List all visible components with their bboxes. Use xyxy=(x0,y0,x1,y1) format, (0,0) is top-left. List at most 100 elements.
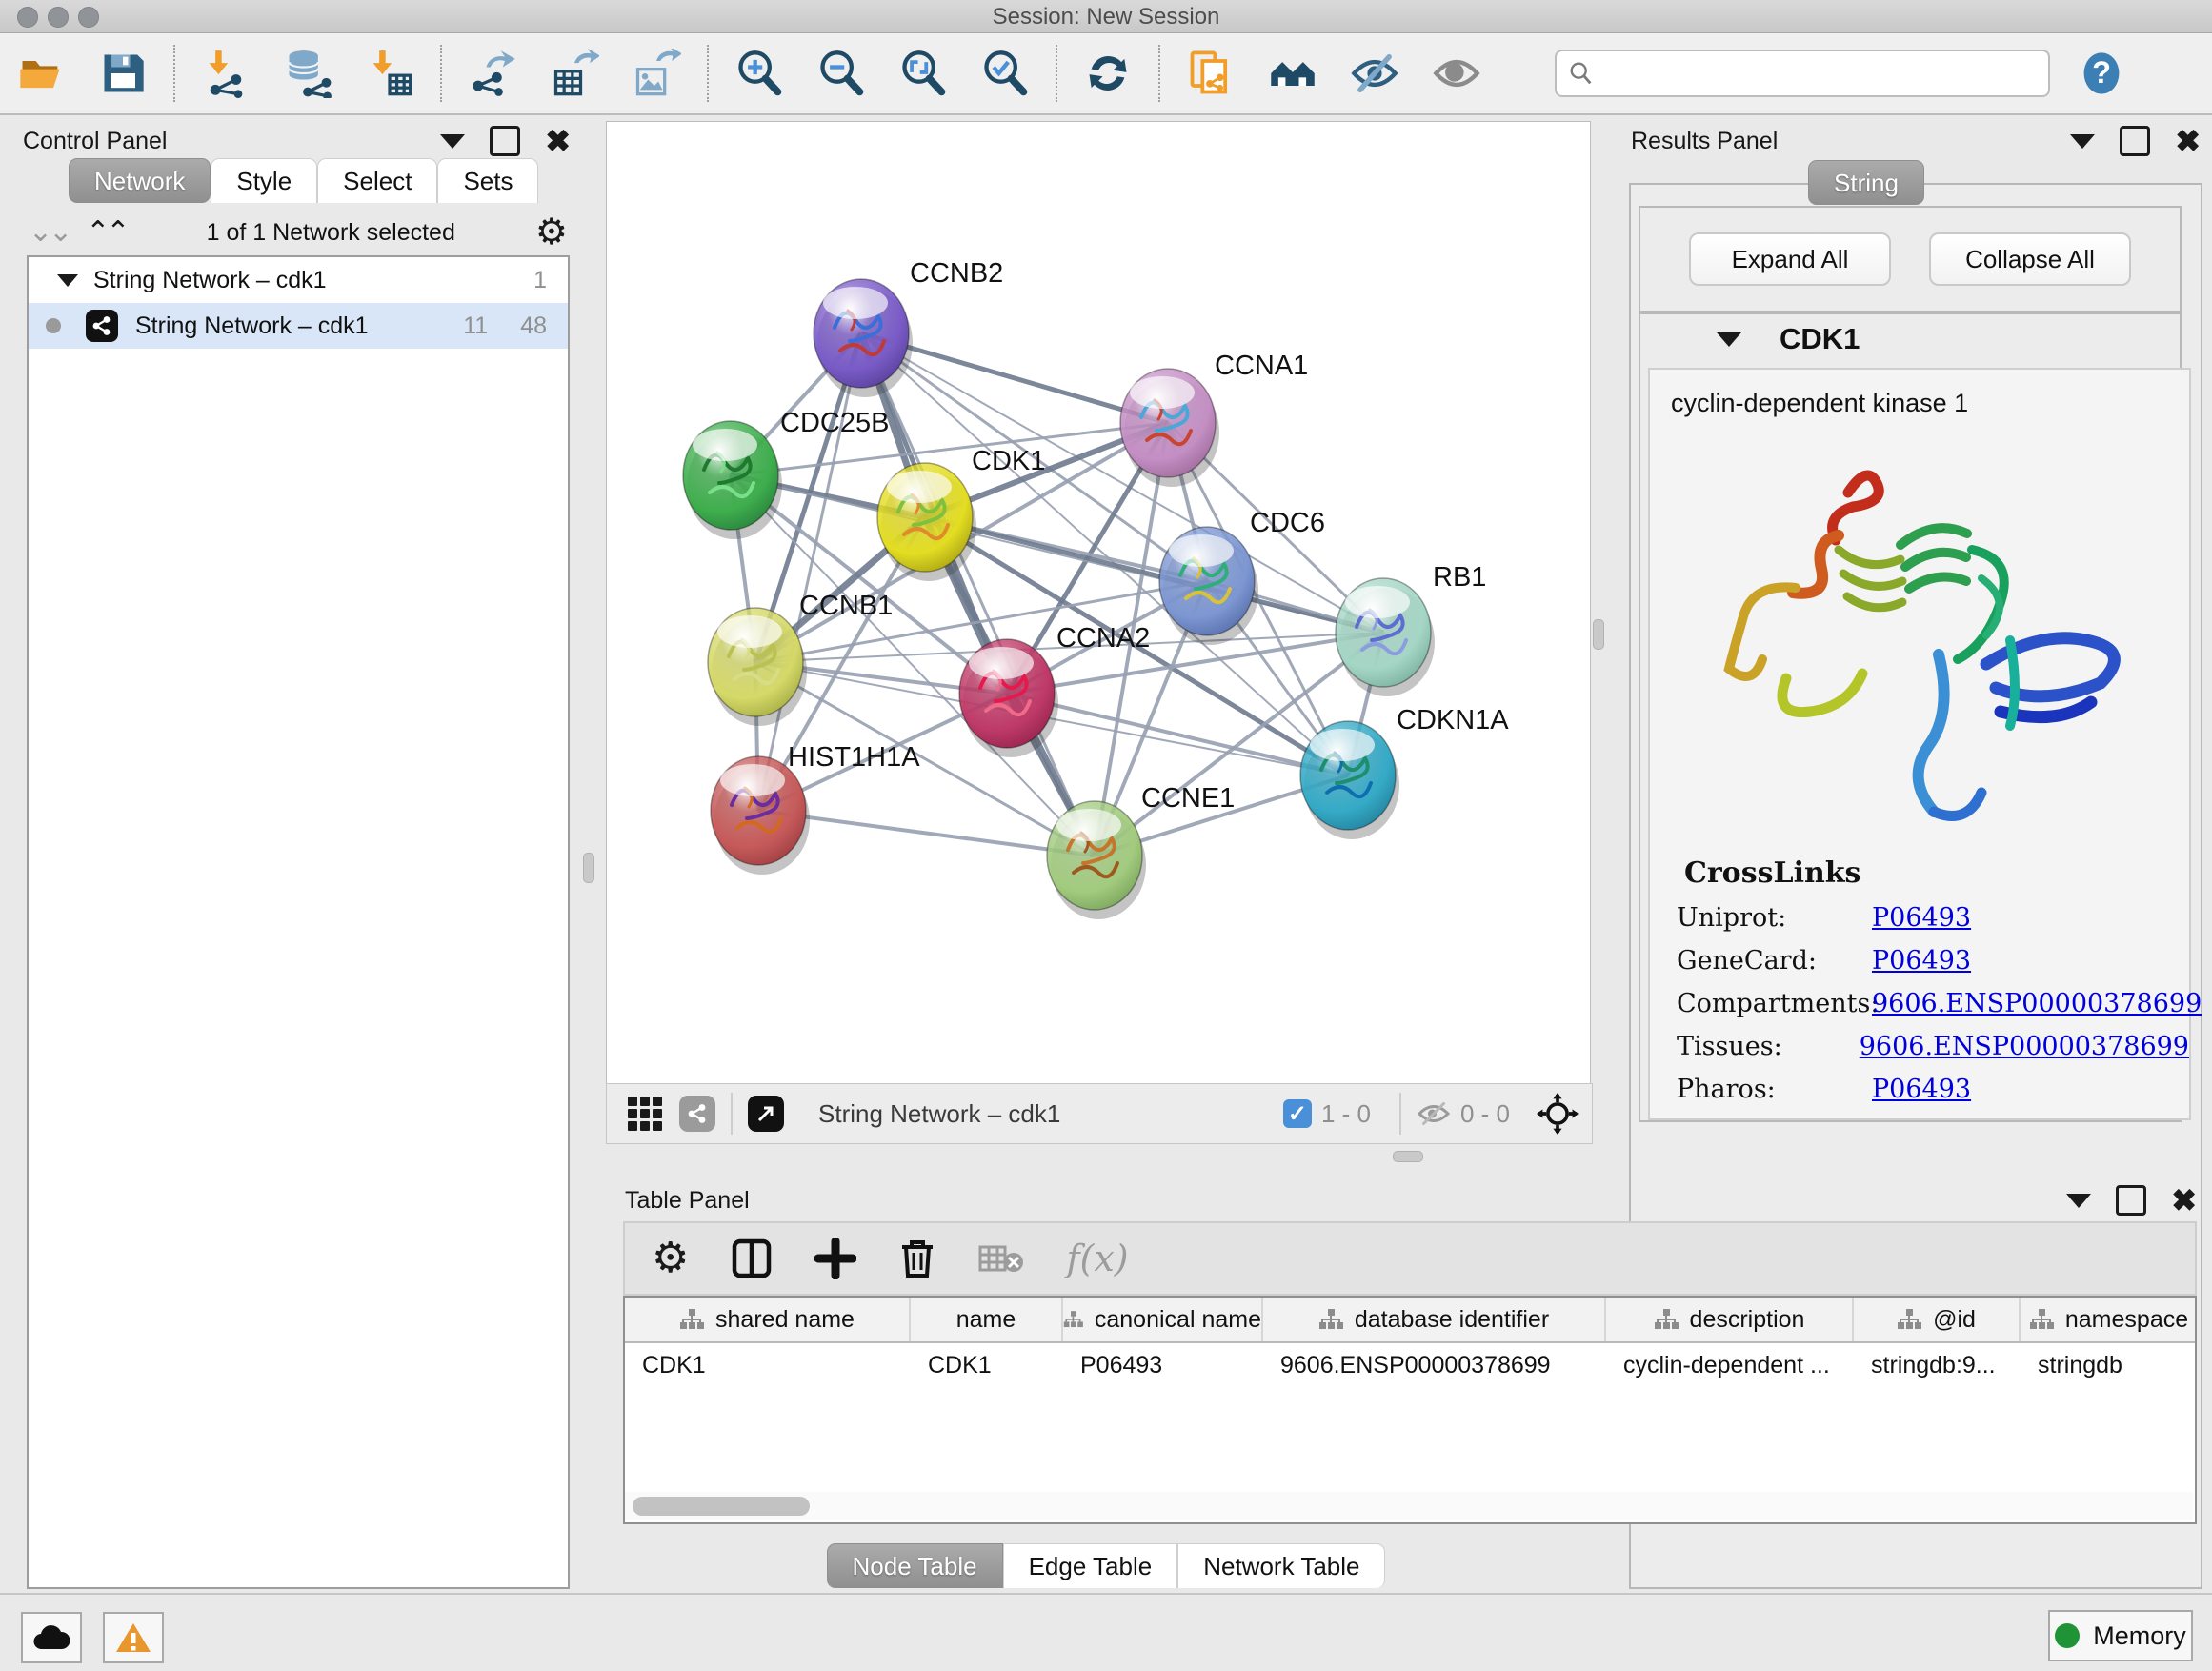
table-cell[interactable]: 9606.ENSP00000378699 xyxy=(1263,1343,1606,1387)
cloud-services-button[interactable] xyxy=(21,1612,82,1663)
hierarchy-icon xyxy=(2029,1308,2054,1331)
crosslink-link[interactable]: P06493 xyxy=(1872,903,1971,933)
results-panel-float-icon[interactable] xyxy=(2120,126,2150,156)
network-edge[interactable] xyxy=(861,333,1095,856)
show-selected-icon[interactable] xyxy=(1432,49,1481,98)
import-table-icon[interactable] xyxy=(365,49,414,98)
collection-expand-icon[interactable] xyxy=(57,274,78,287)
node-table[interactable]: shared namenamecanonical namedatabase id… xyxy=(623,1296,2197,1524)
crosslink-link[interactable]: P06493 xyxy=(1872,1075,1971,1104)
help-icon[interactable]: ? xyxy=(2077,49,2126,98)
column-header-namespace[interactable]: namespace xyxy=(2021,1298,2197,1341)
show-all-networks-icon[interactable] xyxy=(1268,49,1317,98)
network-canvas[interactable]: CCNB2CCNA1CDC25BCDK1CDC6RB1CCNB1CCNA2CDK… xyxy=(606,121,1591,1084)
memory-button[interactable]: Memory xyxy=(2048,1610,2193,1661)
copy-style-icon[interactable] xyxy=(1186,49,1236,98)
table-hscrollbar[interactable] xyxy=(625,1492,2193,1520)
hierarchy-icon xyxy=(1897,1308,1921,1331)
crosslink-link[interactable]: 9606.ENSP00000378699 xyxy=(1872,989,2202,1018)
tab-sets[interactable]: Sets xyxy=(437,158,538,203)
collapse-all-icon[interactable]: ⌄⌄ xyxy=(29,218,69,247)
left-splitter-handle[interactable] xyxy=(583,853,594,883)
network-node-HIST1H1A[interactable]: HIST1H1A xyxy=(711,742,920,875)
add-column-icon[interactable] xyxy=(814,1238,856,1279)
tab-network-table[interactable]: Network Table xyxy=(1177,1543,1385,1588)
string-view-icon[interactable] xyxy=(679,1096,715,1132)
entry-header[interactable]: CDK1 xyxy=(1640,314,2180,364)
tab-node-table[interactable]: Node Table xyxy=(827,1543,1003,1588)
hierarchy-icon xyxy=(1654,1308,1679,1331)
open-in-browser-icon[interactable] xyxy=(748,1096,784,1132)
network-node-CCNE1[interactable]: CCNE1 xyxy=(1047,783,1235,919)
column-header-canonical-name[interactable]: canonical name xyxy=(1063,1298,1263,1341)
network-node-CDK1[interactable]: CDK1 xyxy=(877,446,1045,581)
table-panel-close-icon[interactable]: ✖ xyxy=(2171,1188,2197,1213)
expand-all-button[interactable]: Expand All xyxy=(1689,232,1891,286)
network-list-options-gear-icon[interactable]: ⚙ xyxy=(535,214,568,251)
table-cell[interactable]: stringdb:9... xyxy=(1854,1343,2021,1387)
import-network-icon[interactable] xyxy=(201,49,251,98)
crosslink-link[interactable]: P06493 xyxy=(1872,946,1971,976)
table-panel-float-icon[interactable] xyxy=(2116,1185,2146,1216)
search-input[interactable] xyxy=(1595,59,2037,88)
collapse-all-button[interactable]: Collapse All xyxy=(1929,232,2131,286)
hide-selected-icon[interactable] xyxy=(1350,49,1399,98)
network-edge[interactable] xyxy=(758,333,861,811)
right-splitter-handle[interactable] xyxy=(1593,619,1604,650)
table-options-gear-icon[interactable]: ⚙ xyxy=(652,1240,689,1277)
delete-column-icon[interactable] xyxy=(898,1238,936,1279)
table-panel-menu-icon[interactable] xyxy=(2066,1194,2091,1208)
network-node-CCNB1[interactable]: CCNB1 xyxy=(708,591,893,726)
table-cell[interactable]: CDK1 xyxy=(625,1343,911,1387)
results-panel-close-icon[interactable]: ✖ xyxy=(2175,129,2201,153)
network-node-CDC6[interactable]: CDC6 xyxy=(1159,508,1325,645)
table-cell[interactable]: CDK1 xyxy=(911,1343,1063,1387)
column-header-name[interactable]: name xyxy=(911,1298,1063,1341)
save-session-icon[interactable] xyxy=(98,49,148,98)
expand-all-icon[interactable]: ⌃⌃ xyxy=(86,218,126,247)
statusbar-separator xyxy=(1399,1093,1401,1135)
network-row[interactable]: String Network – cdk1 11 48 xyxy=(29,303,568,349)
bottom-splitter-handle[interactable] xyxy=(1393,1151,1423,1162)
import-network-from-database-icon[interactable] xyxy=(283,49,332,98)
network-collection-row[interactable]: String Network – cdk1 1 xyxy=(29,257,568,303)
tab-edge-table[interactable]: Edge Table xyxy=(1003,1543,1178,1588)
network-node-CDKN1A[interactable]: CDKN1A xyxy=(1300,705,1509,839)
fit-selected-crosshair-icon[interactable] xyxy=(1537,1093,1579,1135)
zoom-fit-icon[interactable] xyxy=(898,49,948,98)
table-cell[interactable]: cyclin-dependent ... xyxy=(1606,1343,1854,1387)
warnings-button[interactable] xyxy=(103,1612,164,1663)
birdseye-grid-icon[interactable] xyxy=(628,1097,662,1131)
table-hscrollbar-thumb[interactable] xyxy=(633,1497,810,1516)
column-header-description[interactable]: description xyxy=(1606,1298,1854,1341)
control-panel-close-icon[interactable]: ✖ xyxy=(545,129,571,153)
string-network-graph[interactable]: CCNB2CCNA1CDC25BCDK1CDC6RB1CCNB1CCNA2CDK… xyxy=(607,122,1590,1083)
zoom-out-icon[interactable] xyxy=(816,49,866,98)
export-image-icon[interactable] xyxy=(632,49,681,98)
show-columns-icon[interactable] xyxy=(731,1238,773,1279)
column-header-shared-name[interactable]: shared name xyxy=(625,1298,911,1341)
control-panel-menu-icon[interactable] xyxy=(440,134,465,149)
zoom-in-icon[interactable] xyxy=(734,49,784,98)
crosslink-link[interactable]: 9606.ENSP00000378699 xyxy=(1860,1032,2189,1061)
control-panel-float-icon[interactable] xyxy=(490,126,520,156)
tab-string-results[interactable]: String xyxy=(1808,160,1924,205)
column-header-database-identifier[interactable]: database identifier xyxy=(1263,1298,1606,1341)
table-data-row[interactable]: CDK1CDK1P064939606.ENSP00000378699cyclin… xyxy=(625,1343,2195,1387)
tab-style[interactable]: Style xyxy=(211,158,317,203)
network-node-RB1[interactable]: RB1 xyxy=(1336,562,1486,696)
tab-select[interactable]: Select xyxy=(317,158,437,203)
export-network-icon[interactable] xyxy=(468,49,517,98)
open-session-icon[interactable] xyxy=(16,49,66,98)
tab-network[interactable]: Network xyxy=(69,158,211,203)
entry-collapse-icon[interactable] xyxy=(1717,332,1741,347)
selected-checkbox-icon[interactable]: ✓ xyxy=(1283,1099,1312,1128)
table-cell[interactable]: P06493 xyxy=(1063,1343,1263,1387)
export-table-icon[interactable] xyxy=(550,49,599,98)
refresh-icon[interactable] xyxy=(1083,49,1133,98)
zoom-selected-icon[interactable] xyxy=(980,49,1030,98)
table-cell[interactable]: stringdb xyxy=(2021,1343,2197,1387)
hidden-items-icon[interactable] xyxy=(1417,1099,1451,1128)
column-header--id[interactable]: @id xyxy=(1854,1298,2021,1341)
results-panel-menu-icon[interactable] xyxy=(2070,134,2095,149)
